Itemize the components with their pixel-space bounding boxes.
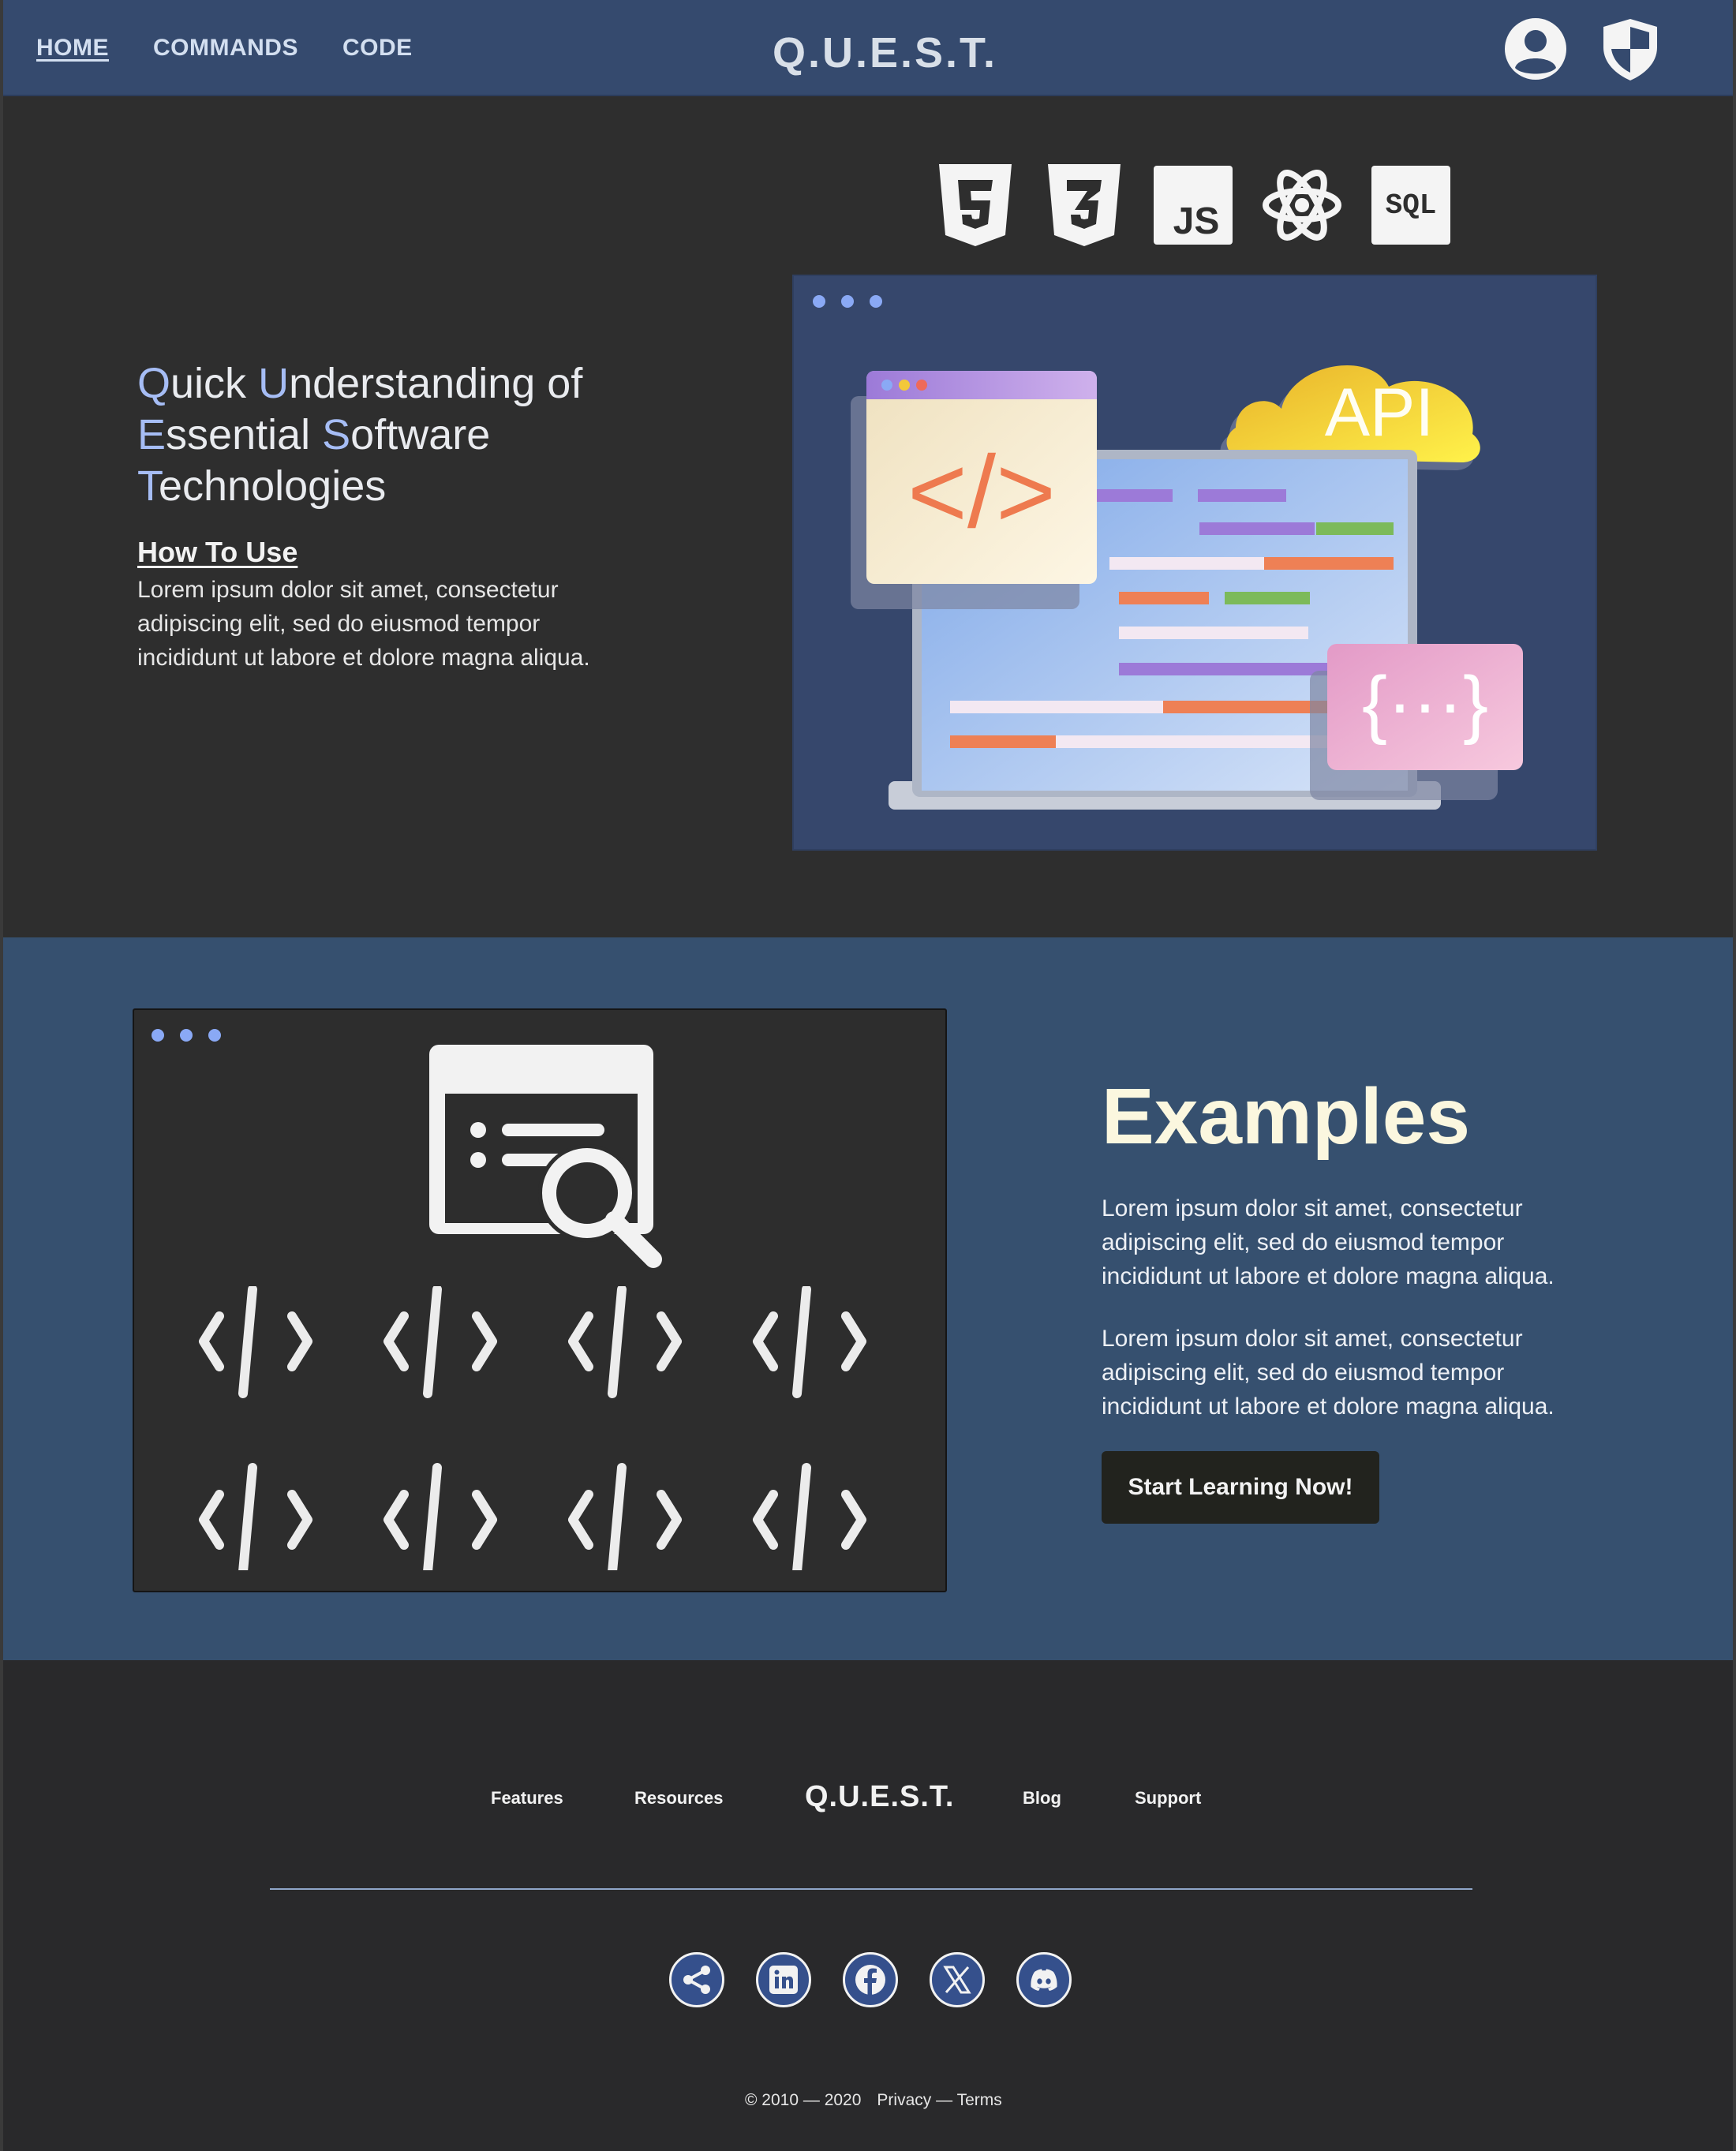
window-dot	[180, 1029, 193, 1042]
privacy-link[interactable]: Privacy	[877, 2091, 931, 2109]
window-dot	[208, 1029, 221, 1042]
site-brand[interactable]: Q.U.E.S.T.	[773, 28, 997, 77]
svg-text:</>: </>	[907, 434, 1056, 549]
svg-text:JS: JS	[1173, 200, 1220, 242]
footer-support-link[interactable]: Support	[1135, 1788, 1201, 1809]
code-icon	[199, 1463, 312, 1577]
copyright-bar: © 2010 — 2020 Privacy — Terms	[745, 2091, 1002, 2110]
start-learning-button[interactable]: Start Learning Now!	[1102, 1451, 1379, 1524]
title-accent-letter: T	[137, 462, 159, 510]
code-glyph-grid	[197, 1285, 892, 1577]
user-icon[interactable]	[1502, 16, 1569, 82]
code-icon	[199, 1285, 312, 1398]
separator: —	[936, 2091, 953, 2109]
css3-icon	[1043, 163, 1125, 248]
html5-icon	[934, 163, 1016, 248]
window-dots	[152, 1029, 221, 1042]
window-dot	[152, 1029, 164, 1042]
nav-commands-link[interactable]: COMMANDS	[153, 35, 298, 62]
examples-paragraph: Lorem ipsum dolor sit amet, consectetur …	[1102, 1326, 1555, 1420]
facebook-icon[interactable]	[843, 1952, 898, 2007]
code-icon	[383, 1463, 497, 1577]
code-icon	[753, 1285, 866, 1398]
top-navbar: HOME COMMANDS CODE Q.U.E.S.T.	[3, 0, 1733, 96]
title-word: uick	[170, 360, 259, 407]
copyright-text: © 2010 — 2020	[745, 2091, 862, 2109]
sql-icon: SQL	[1370, 163, 1452, 248]
title-accent-letter: S	[322, 411, 351, 458]
search-document-icon	[426, 1042, 671, 1278]
discord-icon[interactable]	[1016, 1952, 1072, 2007]
footer-brand[interactable]: Q.U.E.S.T.	[805, 1780, 954, 1814]
braces-window: {···}	[1310, 644, 1523, 800]
nav-home-link[interactable]: HOME	[36, 35, 109, 62]
title-accent-letter: E	[137, 411, 166, 458]
footer-resources-link[interactable]: Resources	[634, 1788, 724, 1809]
title-word: oftware	[350, 411, 491, 458]
code-window: </>	[851, 371, 1097, 609]
footer-features-link[interactable]: Features	[491, 1788, 563, 1809]
title-word: echnologies	[159, 462, 387, 510]
social-links	[669, 1952, 1072, 2007]
main-nav: HOME COMMANDS CODE	[36, 35, 413, 62]
svg-text:API: API	[1325, 375, 1435, 451]
share-icon[interactable]	[669, 1952, 724, 2007]
footer-divider	[270, 1888, 1472, 1890]
hero-illustration-card: API </> {···}	[792, 275, 1597, 851]
site-footer: Features Resources Q.U.E.S.T. Blog Suppo…	[3, 1660, 1733, 2151]
code-icon	[753, 1463, 866, 1577]
examples-illustration-card	[133, 1008, 947, 1592]
terms-link[interactable]: Terms	[957, 2091, 1002, 2109]
examples-paragraph: Lorem ipsum dolor sit amet, consectetur …	[1102, 1195, 1555, 1289]
hero-description: Lorem ipsum dolor sit amet, consectetur …	[137, 577, 590, 671]
code-icon	[568, 1285, 682, 1398]
title-accent-letter: Q	[137, 360, 171, 407]
hero-section: Quick Understanding of Essential Softwar…	[3, 98, 1733, 937]
title-word: nderstanding of	[289, 360, 583, 407]
code-icon	[383, 1285, 497, 1398]
svg-text:{···}: {···}	[1362, 661, 1488, 746]
title-accent-letter: U	[258, 360, 290, 407]
linkedin-icon[interactable]	[756, 1952, 811, 2007]
shield-icon[interactable]	[1597, 16, 1663, 82]
hero-title: Quick Understanding of Essential Softwar…	[137, 358, 650, 512]
svg-text:SQL: SQL	[1386, 189, 1437, 222]
nav-code-link[interactable]: CODE	[342, 35, 413, 62]
examples-title: Examples	[1102, 1072, 1470, 1161]
x-icon[interactable]	[930, 1952, 985, 2007]
coding-illustration: API </> {···}	[851, 365, 1523, 810]
code-icon	[568, 1463, 682, 1577]
examples-section: Examples Lorem ipsum dolor sit amet, con…	[3, 937, 1733, 1660]
footer-blog-link[interactable]: Blog	[1023, 1788, 1061, 1809]
react-icon	[1261, 163, 1343, 248]
js-icon: JS	[1152, 163, 1234, 248]
tech-icons-row: JS SQL	[934, 163, 1452, 248]
title-word: ssential	[166, 411, 323, 458]
how-to-use-link[interactable]: How To Use	[137, 536, 297, 569]
